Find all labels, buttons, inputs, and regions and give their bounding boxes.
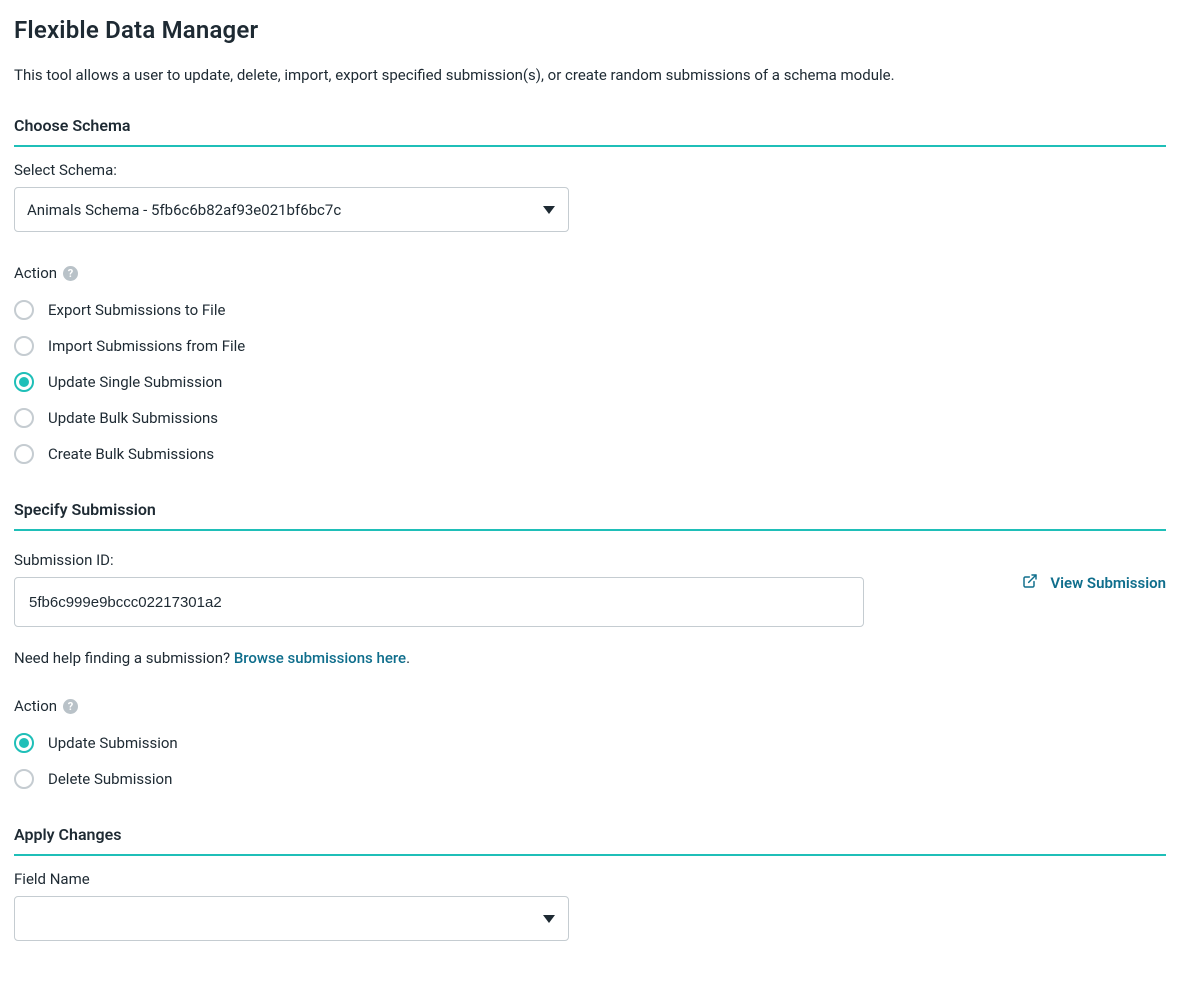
radio-label: Update Bulk Submissions: [48, 409, 218, 427]
select-schema-label: Select Schema:: [14, 161, 1166, 179]
browse-submissions-link[interactable]: Browse submissions here: [234, 649, 406, 667]
find-submission-hint: Need help finding a submission? Browse s…: [14, 649, 1166, 667]
submission-action-radio-group: Update Submission Delete Submission: [14, 725, 1166, 797]
radio-delete-submission[interactable]: Delete Submission: [14, 761, 1166, 797]
section-heading-apply-changes: Apply Changes: [14, 825, 1166, 848]
section-rule: [14, 854, 1166, 856]
action-label-text: Action: [14, 264, 57, 282]
section-heading-specify-submission: Specify Submission: [14, 500, 1166, 523]
field-name-label: Field Name: [14, 870, 1166, 888]
section-heading-choose-schema: Choose Schema: [14, 116, 1166, 139]
radio-icon: [14, 336, 34, 356]
action-label: Action ?: [14, 264, 1166, 282]
select-schema-dropdown[interactable]: Animals Schema - 5fb6c6b82af93e021bf6bc7…: [14, 187, 569, 232]
action-radio-group: Export Submissions to File Import Submis…: [14, 292, 1166, 472]
radio-label: Delete Submission: [48, 770, 172, 788]
section-rule: [14, 145, 1166, 147]
radio-update-single-submission[interactable]: Update Single Submission: [14, 364, 1166, 400]
external-link-icon: [1022, 573, 1038, 593]
radio-export-submissions[interactable]: Export Submissions to File: [14, 292, 1166, 328]
help-icon[interactable]: ?: [63, 699, 78, 714]
radio-create-bulk-submissions[interactable]: Create Bulk Submissions: [14, 436, 1166, 472]
submission-id-input[interactable]: [14, 577, 864, 627]
radio-icon: [14, 300, 34, 320]
view-submission-label: View Submission: [1050, 574, 1166, 592]
page-intro: This tool allows a user to update, delet…: [14, 66, 1166, 84]
radio-icon: [14, 733, 34, 753]
radio-update-submission[interactable]: Update Submission: [14, 725, 1166, 761]
radio-icon: [14, 372, 34, 392]
hint-suffix: .: [406, 649, 410, 667]
action-label-2: Action ?: [14, 697, 1166, 715]
page-title: Flexible Data Manager: [14, 16, 1166, 44]
radio-label: Import Submissions from File: [48, 337, 245, 355]
radio-icon: [14, 408, 34, 428]
submission-id-label: Submission ID:: [14, 551, 864, 569]
action-label-2-text: Action: [14, 697, 57, 715]
radio-label: Update Submission: [48, 734, 178, 752]
radio-label: Export Submissions to File: [48, 301, 225, 319]
radio-icon: [14, 444, 34, 464]
radio-update-bulk-submissions[interactable]: Update Bulk Submissions: [14, 400, 1166, 436]
help-icon[interactable]: ?: [63, 266, 78, 281]
radio-icon: [14, 769, 34, 789]
radio-label: Update Single Submission: [48, 373, 222, 391]
hint-prefix: Need help finding a submission?: [14, 649, 234, 667]
select-schema-value: Animals Schema - 5fb6c6b82af93e021bf6bc7…: [27, 201, 341, 219]
radio-import-submissions[interactable]: Import Submissions from File: [14, 328, 1166, 364]
section-rule: [14, 529, 1166, 531]
view-submission-link[interactable]: View Submission: [1022, 573, 1166, 593]
radio-label: Create Bulk Submissions: [48, 445, 214, 463]
